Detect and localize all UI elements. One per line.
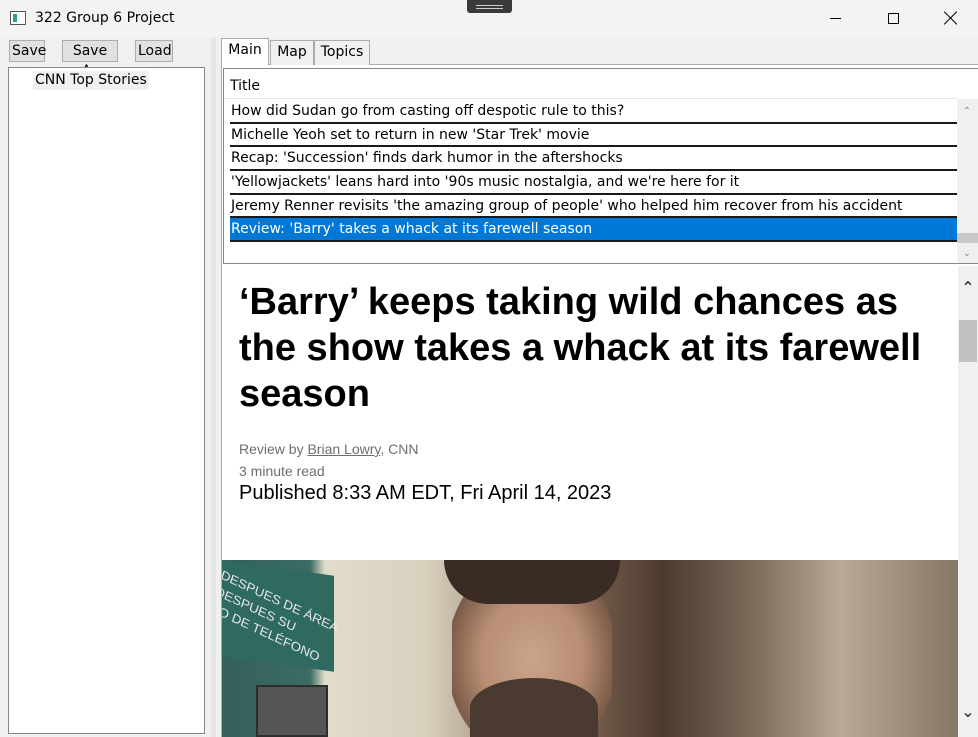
article-hero-image: DESPUES DE ÁREA DESPUES SU RO DE TELÉFON… [222, 560, 958, 737]
article-scroll-thumb[interactable] [959, 320, 977, 362]
article-byline: Review by Brian Lowry, CNN [239, 441, 418, 457]
feed-tree[interactable]: CNN Top Stories [8, 67, 205, 734]
chevron-up-icon[interactable]: ⌃ [962, 107, 972, 117]
close-icon [944, 11, 958, 25]
save-as-button[interactable]: Save As [62, 40, 118, 79]
background-sign: DESPUES DE ÁREA DESPUES SU RO DE TELÉFON… [222, 560, 341, 672]
panel-splitter[interactable] [211, 37, 216, 737]
column-header-title[interactable]: Title [230, 78, 260, 94]
minimize-icon [829, 17, 841, 19]
author-link[interactable]: Brian Lowry [307, 441, 380, 457]
article-scrollbar[interactable]: ⌃ ⌄ [958, 266, 978, 737]
close-button[interactable] [922, 0, 978, 36]
payphone [256, 685, 328, 737]
list-scrollbar[interactable]: ⌃ ⌄ [957, 99, 978, 263]
list-item[interactable]: How did Sudan go from casting off despot… [230, 100, 957, 124]
tree-item-cnn-top-stories[interactable]: CNN Top Stories [33, 71, 149, 90]
list-item-selected[interactable]: Review: 'Barry' takes a whack at its far… [230, 218, 957, 243]
maximize-icon [887, 12, 899, 24]
chevron-down-icon[interactable]: ⌄ [962, 249, 972, 259]
list-item[interactable]: Michelle Yeoh set to return in new 'Star… [230, 124, 957, 148]
tab-topics[interactable]: Topics [314, 40, 370, 65]
article-view[interactable]: ‘Barry’ keeps taking wild chances as the… [222, 266, 958, 737]
tab-main[interactable]: Main [221, 38, 269, 65]
load-button[interactable]: Load [135, 40, 173, 62]
byline-suffix: , CNN [380, 441, 419, 457]
byline-prefix: Review by [239, 441, 308, 457]
list-rows: How did Sudan go from casting off despot… [230, 100, 957, 243]
tab-map[interactable]: Map [270, 40, 314, 65]
minimize-button[interactable] [806, 0, 864, 36]
snap-layout-grip[interactable] [467, 0, 512, 13]
save-button[interactable]: Save [9, 40, 46, 62]
window-title: 322 Group 6 Project [35, 10, 175, 26]
actor-beard [470, 678, 598, 737]
sign-text: DESPUES DE ÁREA DESPUES SU RO DE TELÉFON… [222, 567, 341, 665]
title-bar: 322 Group 6 Project [0, 0, 978, 37]
read-time: 3 minute read [239, 463, 325, 479]
list-header[interactable]: Title [224, 75, 957, 99]
chevron-up-icon[interactable]: ⌃ [960, 280, 976, 296]
actor-hair [444, 560, 620, 604]
chevron-down-icon[interactable]: ⌄ [960, 704, 976, 720]
list-scroll-thumb[interactable] [957, 233, 978, 243]
list-item[interactable]: Recap: 'Succession' finds dark humor in … [230, 147, 957, 172]
article-headline: ‘Barry’ keeps taking wild chances as the… [239, 281, 922, 415]
story-list[interactable]: Title How did Sudan go from casting off … [223, 68, 978, 264]
app-icon [10, 11, 26, 25]
maximize-button[interactable] [864, 0, 922, 36]
list-item[interactable]: Jeremy Renner revisits 'the amazing grou… [230, 195, 957, 219]
list-item[interactable]: 'Yellowjackets' leans hard into '90s mus… [230, 171, 957, 195]
published-timestamp: Published 8:33 AM EDT, Fri April 14, 202… [239, 482, 612, 504]
